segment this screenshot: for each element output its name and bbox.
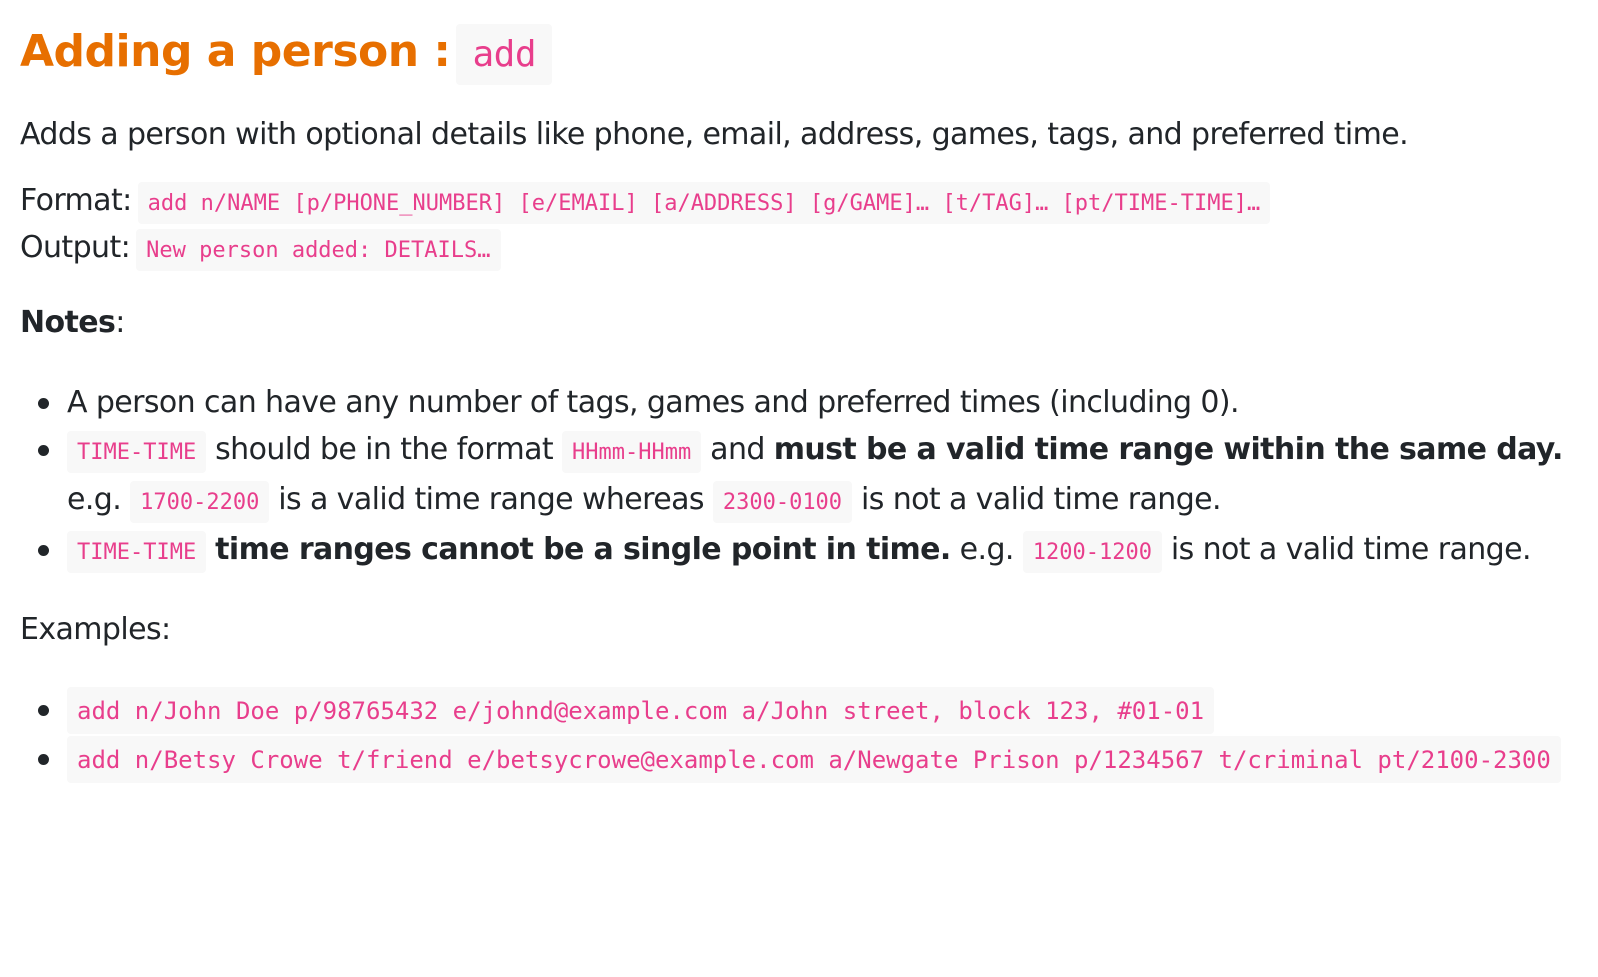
format-line: Format: add n/NAME [p/PHONE_NUMBER] [e/EM…: [20, 177, 1580, 224]
command-code: add: [456, 24, 552, 85]
output-code: New person added: DETAILS…: [136, 229, 501, 271]
notes-colon: :: [115, 305, 125, 340]
example-item: add n/John Doe p/98765432 e/johnd@exampl…: [20, 686, 1580, 735]
example-item: add n/Betsy Crowe t/friend e/betsycrowe@…: [20, 735, 1580, 784]
note-bold-text: must be a valid time range within the sa…: [773, 432, 1564, 467]
output-label: Output:: [20, 230, 131, 265]
format-block: Format: add n/NAME [p/PHONE_NUMBER] [e/EM…: [20, 177, 1580, 271]
invalid-range-code: 2300-0100: [712, 481, 853, 523]
output-line: Output: New person added: DETAILS…: [20, 224, 1580, 271]
note-text: e.g.: [950, 532, 1023, 567]
hhmm-format-code: HHmm-HHmm: [562, 431, 702, 473]
document: Adding a person : add Adds a person with …: [20, 14, 1580, 784]
note-text: is not a valid time range.: [852, 482, 1222, 517]
notes-label: Notes: [20, 305, 116, 340]
note-item-single-point: TIME-TIME time ranges cannot be a single…: [20, 526, 1580, 576]
note-text: e.g.: [67, 482, 131, 517]
examples-heading: Examples:: [20, 612, 171, 647]
note-text: is a valid time range whereas: [269, 482, 713, 517]
valid-range-code: 1700-2200: [130, 481, 270, 523]
note-text: should be in the format: [206, 432, 563, 467]
note-text: and: [701, 432, 774, 467]
single-point-range-code: 1200-1200: [1022, 531, 1162, 573]
format-code: add n/NAME [p/PHONE_NUMBER] [e/EMAIL] [a…: [137, 182, 1271, 224]
note-item-tags: A person can have any number of tags, ga…: [20, 379, 1580, 426]
time-time-code: TIME-TIME: [67, 431, 207, 473]
page-title: Adding a person : add: [20, 14, 1580, 93]
notes-heading: Notes:: [20, 301, 1580, 345]
note-bold-text: time ranges cannot be a single point in …: [215, 532, 951, 567]
note-item-tags-text: A person can have any number of tags, ga…: [67, 385, 1240, 420]
example-code: add n/Betsy Crowe t/friend e/betsycrowe@…: [67, 736, 1561, 783]
command-description: Adds a person with optional details like…: [20, 117, 1409, 152]
note-item-time-format: TIME-TIME should be in the format HHmm-H…: [20, 426, 1580, 526]
example-code: add n/John Doe p/98765432 e/johnd@exampl…: [67, 687, 1215, 734]
time-time-code: TIME-TIME: [67, 531, 207, 573]
examples-list: add n/John Doe p/98765432 e/johnd@exampl…: [20, 686, 1580, 784]
notes-list: A person can have any number of tags, ga…: [20, 379, 1580, 576]
format-label: Format:: [20, 183, 132, 218]
note-text: is not a valid time range.: [1161, 532, 1532, 567]
page-title-text: Adding a person :: [20, 26, 451, 77]
